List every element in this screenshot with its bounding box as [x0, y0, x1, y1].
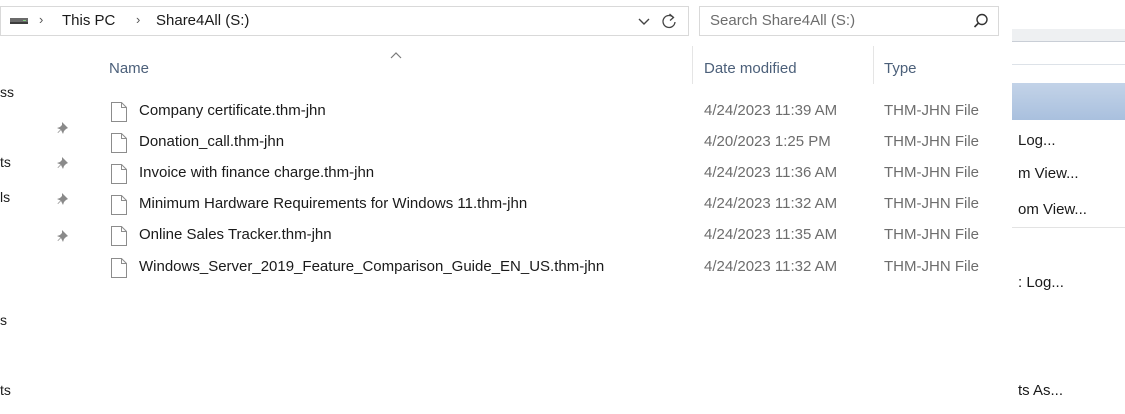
file-row[interactable]: Minimum Hardware Requirements for Window… [96, 190, 1006, 221]
sort-ascending-icon [390, 52, 402, 59]
file-name[interactable]: Invoice with finance charge.thm-jhn [139, 164, 374, 181]
file-type: THM-JHN File [884, 258, 979, 275]
file-date-modified: 4/24/2023 11:39 AM [704, 102, 838, 119]
file-row[interactable]: Invoice with finance charge.thm-jhn 4/24… [96, 159, 1006, 190]
file-row[interactable]: Company certificate.thm-jhn 4/24/2023 11… [96, 97, 1006, 128]
pin-icon[interactable] [56, 229, 70, 243]
nav-item-fragment[interactable]: ts [0, 154, 11, 170]
pin-icon[interactable] [56, 192, 70, 206]
column-header-name[interactable]: Name [109, 60, 149, 77]
drive-icon [10, 18, 28, 24]
file-icon [111, 226, 127, 246]
file-icon [111, 133, 127, 153]
file-date-modified: 4/20/2023 1:25 PM [704, 133, 831, 150]
file-explorer-window: › This PC › Share4All (S:) Search Share4… [0, 0, 1125, 414]
nav-item-fragment[interactable]: s [0, 312, 7, 328]
background-menu-item[interactable]: om View... [1018, 201, 1087, 218]
background-window: Log... m View... om View... : Log... ts … [1012, 0, 1125, 414]
file-row[interactable]: Windows_Server_2019_Feature_Comparison_G… [96, 253, 1006, 284]
breadcrumb-share4all[interactable]: Share4All (S:) [156, 12, 249, 29]
search-icon[interactable] [972, 12, 990, 30]
address-bar[interactable]: › This PC › Share4All (S:) [0, 6, 689, 36]
search-box[interactable]: Search Share4All (S:) [699, 6, 999, 36]
background-menu-item[interactable]: ts As... [1018, 382, 1063, 399]
nav-item-fragment[interactable]: ts [0, 382, 11, 398]
refresh-icon[interactable] [659, 11, 679, 31]
background-menu-item[interactable]: Log... [1018, 132, 1056, 149]
file-icon [111, 258, 127, 278]
file-name[interactable]: Minimum Hardware Requirements for Window… [139, 195, 527, 212]
file-icon [111, 164, 127, 184]
file-row[interactable]: Online Sales Tracker.thm-jhn 4/24/2023 1… [96, 221, 1006, 252]
background-window-toolbar [1012, 29, 1125, 41]
divider [1012, 227, 1125, 228]
background-menu-item[interactable]: m View... [1018, 165, 1079, 182]
file-name[interactable]: Donation_call.thm-jhn [139, 133, 284, 150]
column-divider[interactable] [873, 46, 874, 84]
breadcrumb-separator[interactable]: › [39, 12, 43, 27]
file-name[interactable]: Online Sales Tracker.thm-jhn [139, 226, 332, 243]
file-name[interactable]: Company certificate.thm-jhn [139, 102, 326, 119]
file-icon [111, 102, 127, 122]
file-date-modified: 4/24/2023 11:32 AM [704, 258, 838, 275]
file-date-modified: 4/24/2023 11:32 AM [704, 195, 838, 212]
pin-icon[interactable] [56, 156, 70, 170]
column-header-date-modified[interactable]: Date modified [704, 60, 797, 77]
background-window-selected-item[interactable] [1012, 83, 1125, 120]
chevron-down-icon[interactable] [636, 11, 652, 31]
file-type: THM-JHN File [884, 164, 979, 181]
file-type: THM-JHN File [884, 195, 979, 212]
file-type: THM-JHN File [884, 102, 979, 119]
background-menu-item[interactable]: : Log... [1018, 274, 1064, 291]
file-type: THM-JHN File [884, 226, 979, 243]
search-input[interactable]: Search Share4All (S:) [710, 12, 855, 29]
file-row[interactable]: Donation_call.thm-jhn 4/20/2023 1:25 PM … [96, 128, 1006, 159]
file-date-modified: 4/24/2023 11:36 AM [704, 164, 838, 181]
background-window-header [1012, 41, 1125, 65]
file-date-modified: 4/24/2023 11:35 AM [704, 226, 838, 243]
nav-item-fragment[interactable]: ls [0, 189, 10, 205]
file-name[interactable]: Windows_Server_2019_Feature_Comparison_G… [139, 258, 604, 275]
breadcrumb-separator[interactable]: › [136, 12, 140, 27]
column-divider[interactable] [692, 46, 693, 84]
file-type: THM-JHN File [884, 133, 979, 150]
pin-icon[interactable] [56, 121, 70, 135]
column-header-type[interactable]: Type [884, 60, 917, 77]
file-icon [111, 195, 127, 215]
breadcrumb-this-pc[interactable]: This PC [62, 12, 115, 29]
nav-item-fragment[interactable]: ss [0, 84, 14, 100]
